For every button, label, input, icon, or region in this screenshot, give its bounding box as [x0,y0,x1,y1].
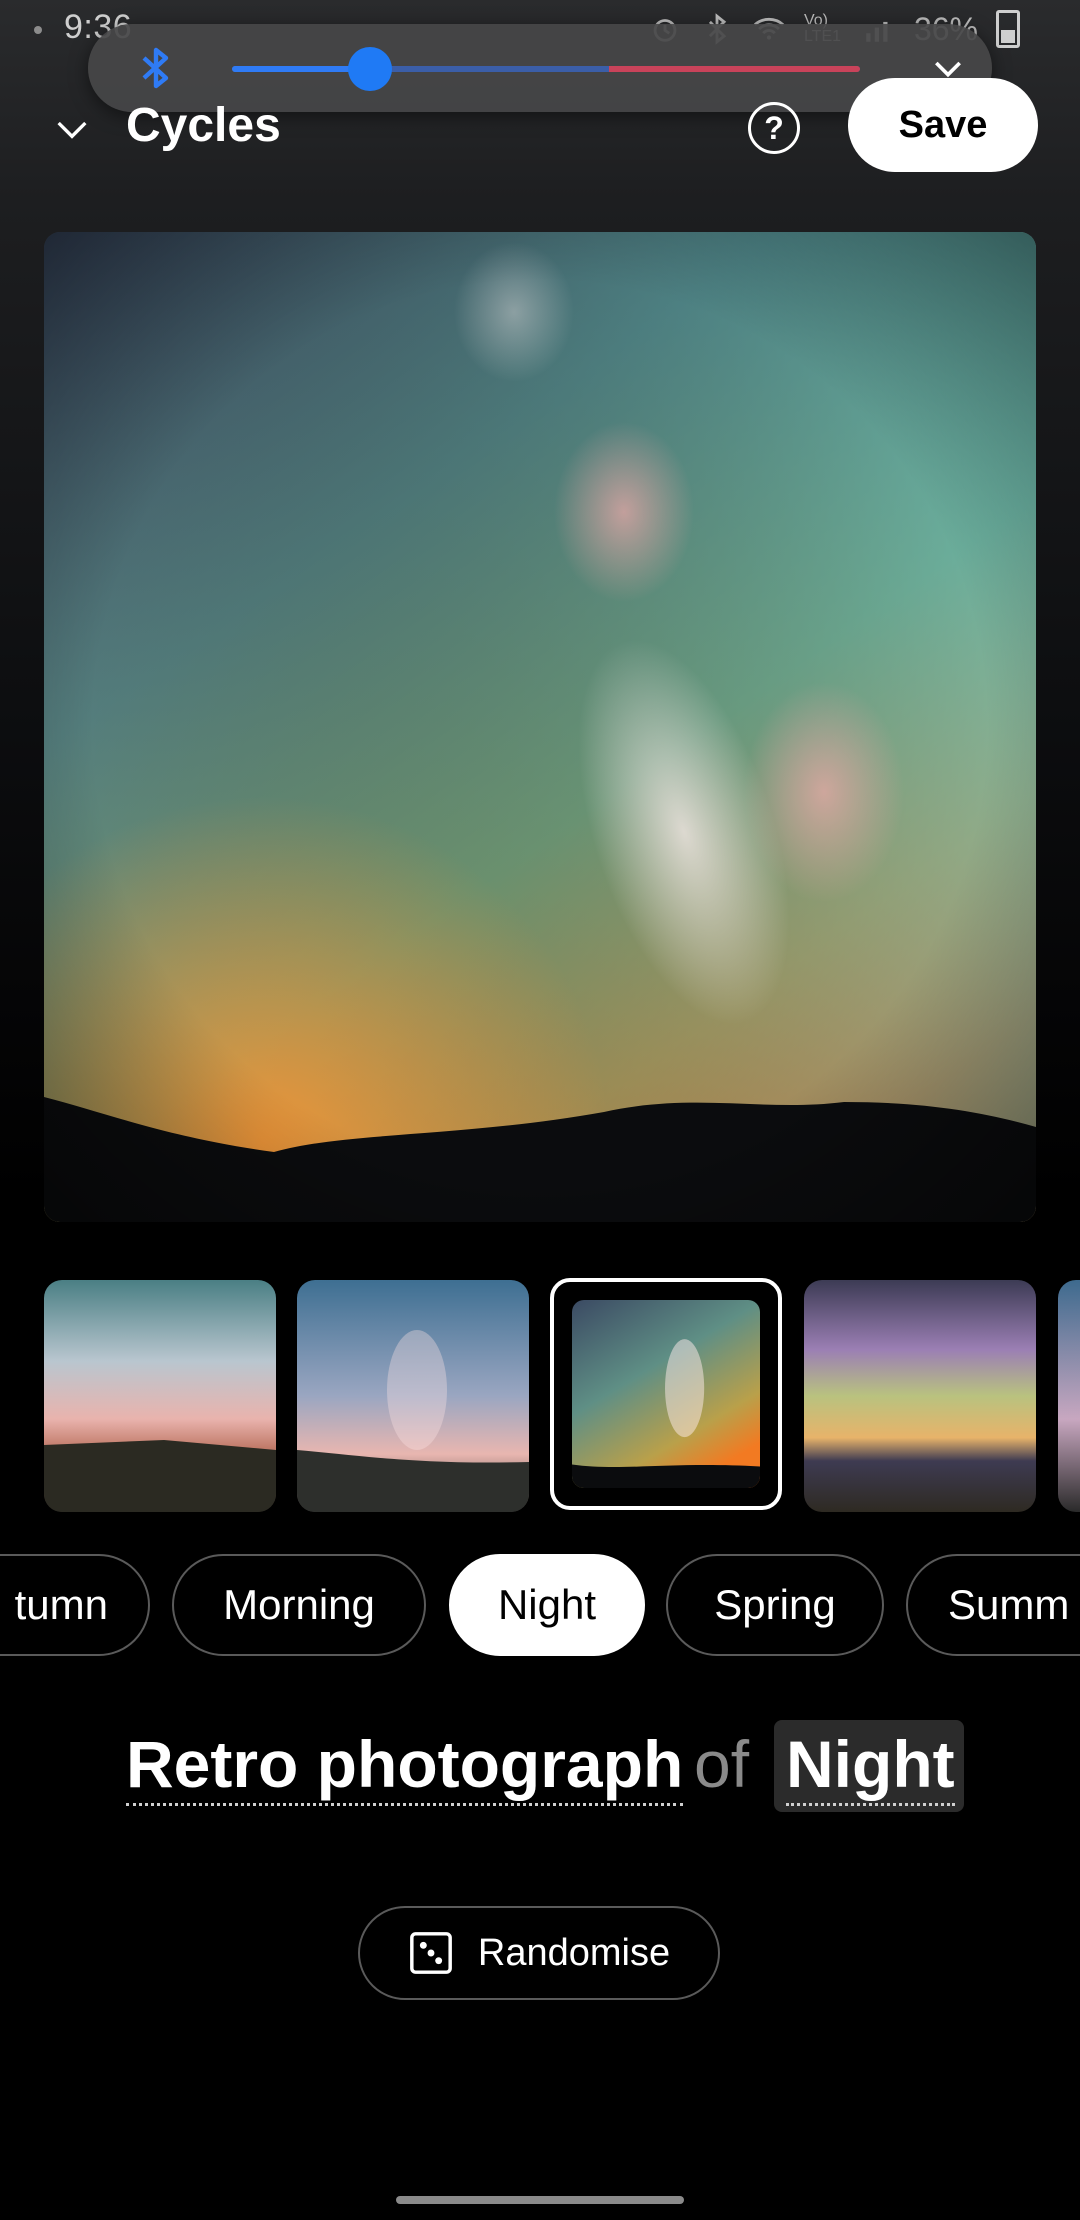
category-chips: tumn Morning Night Spring Summ [0,1554,1080,1660]
chip-night[interactable]: Night [449,1554,645,1656]
chip-morning[interactable]: Morning [172,1554,426,1656]
chip-summer[interactable]: Summ [906,1554,1080,1656]
dice-icon [409,1932,452,1974]
thumbnail-image [1058,1280,1080,1512]
randomise-label: Randomise [477,1931,671,1974]
battery-icon [996,10,1020,48]
thumbnail-item[interactable] [44,1280,276,1512]
volume-danger-zone [608,66,860,72]
notification-dot [34,26,42,34]
wallpaper-editor-screen: 9:36 Vo) LTE1 36% Cycles ? Save [0,0,1080,2220]
chip-spring[interactable]: Spring [666,1554,884,1656]
volume-slider[interactable] [232,47,860,91]
volume-thumb[interactable] [348,47,393,91]
chip-autumn[interactable]: tumn [0,1554,150,1656]
prompt-subject-selector[interactable]: Night [786,1728,955,1806]
save-button[interactable]: Save [848,78,1038,172]
help-button[interactable]: ? [748,102,800,154]
randomise-button[interactable]: Randomise [358,1906,720,2000]
thumbnail-image [572,1300,760,1488]
thumbnail-item[interactable] [1058,1280,1080,1512]
thumbnail-image [297,1280,529,1512]
page-title: Cycles [126,99,281,152]
bluetooth-icon [142,47,169,89]
preview-image [44,232,1036,1222]
wallpaper-thumbnails [0,1278,1080,1514]
chevron-down-icon[interactable] [52,108,92,148]
thumbnail-item[interactable] [804,1280,1036,1512]
thumbnail-item[interactable] [297,1280,529,1512]
thumbnail-image [44,1280,276,1512]
prompt-style-selector[interactable]: Retro photograph [126,1728,684,1806]
prompt-sentence: Retro photograph of Night [0,1720,1080,1820]
wallpaper-preview [44,232,1036,1222]
home-indicator[interactable] [396,2196,684,2204]
thumbnail-item-selected[interactable] [550,1278,782,1510]
thumbnail-image [804,1280,1036,1512]
prompt-connector: of [694,1727,750,1801]
